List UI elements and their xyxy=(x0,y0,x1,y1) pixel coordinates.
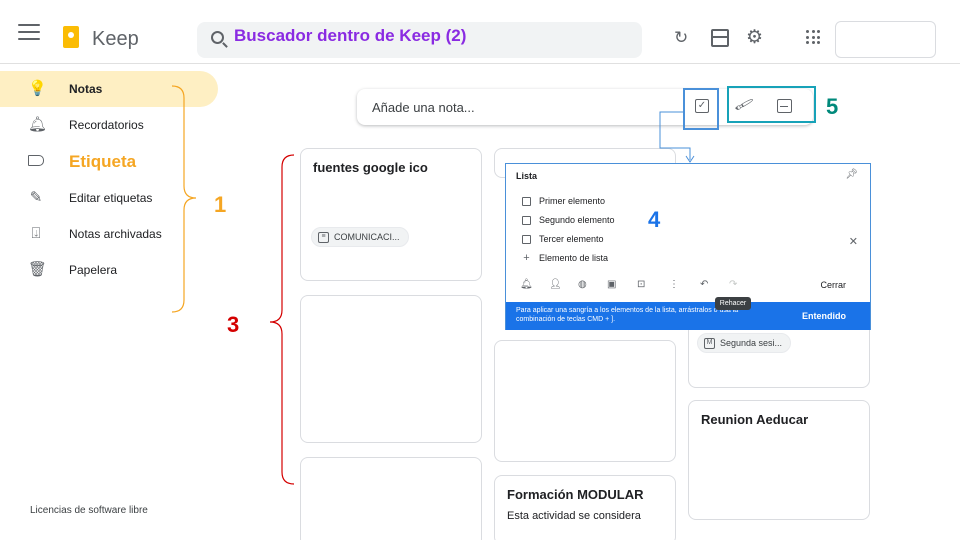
brace-1 xyxy=(171,85,197,313)
annotation-overlay xyxy=(171,85,695,485)
brace-3 xyxy=(269,154,295,485)
annotation-number-5: 5 xyxy=(826,94,839,119)
annotation-number-1: 1 xyxy=(214,192,227,217)
connector-list xyxy=(659,111,691,160)
annotation-number-4: 4 xyxy=(648,207,661,232)
annotation-number-3: 3 xyxy=(227,312,240,337)
